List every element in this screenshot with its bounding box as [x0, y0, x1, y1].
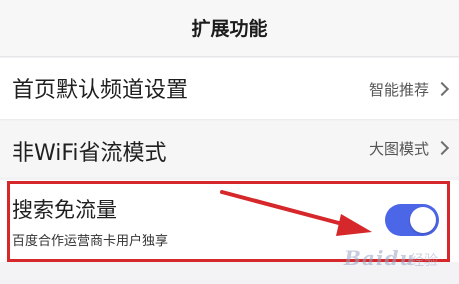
toggle-knob [410, 207, 436, 233]
search-free-data-toggle[interactable] [385, 204, 439, 236]
setting-value-home-channel: 智能推荐 [368, 81, 429, 99]
chevron-right-icon [434, 81, 450, 97]
watermark-text: Baidu [344, 246, 415, 270]
setting-label-search-free-data: 搜索免流量 [12, 198, 117, 222]
setting-label-home-channel: 首页默认频道设置 [12, 78, 189, 103]
setting-value-non-wifi-mode: 大图模式 [368, 140, 429, 158]
page-header: 扩展功能 [0, 0, 459, 57]
setting-subtitle-search-free-data: 百度合作运营商卡用户独享 [12, 234, 169, 249]
chevron-right-icon [434, 140, 450, 156]
baidu-watermark-logo: Baidu 经验 [344, 242, 454, 276]
watermark-subtext: 经验 [410, 253, 438, 269]
setting-label-non-wifi-mode: 非WiFi省流模式 [12, 141, 167, 166]
page-title: 扩展功能 [191, 18, 268, 40]
setting-row-home-channel[interactable]: 首页默认频道设置 智能推荐 [0, 58, 459, 120]
setting-row-non-wifi-mode[interactable]: 非WiFi省流模式 大图模式 [0, 121, 459, 177]
